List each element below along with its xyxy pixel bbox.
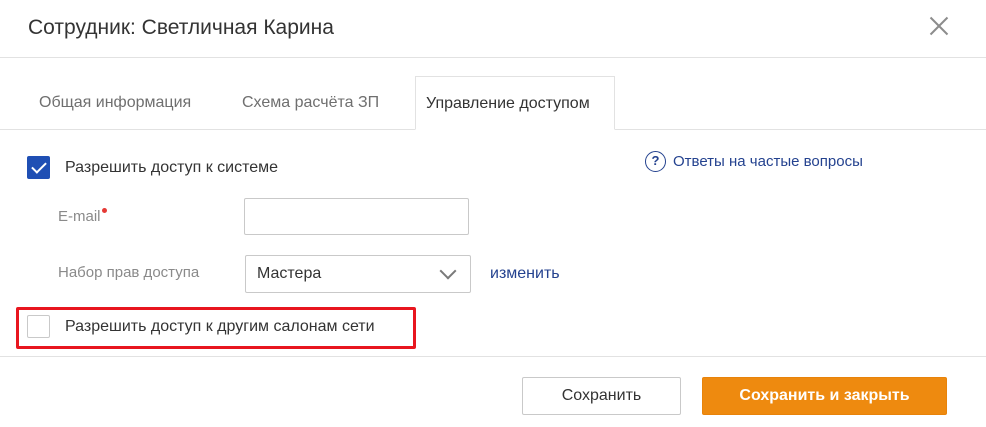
save-and-close-button[interactable]: Сохранить и закрыть	[702, 377, 947, 415]
tab-access-management[interactable]: Управление доступом	[415, 76, 615, 130]
chevron-down-icon	[439, 262, 457, 280]
dialog-header: Сотрудник: Светличная Карина	[0, 0, 986, 58]
tab-general-info[interactable]: Общая информация	[39, 76, 191, 130]
tab-bar: Общая информация Схема расчёта ЗП Управл…	[0, 76, 986, 130]
allow-other-salons-label[interactable]: Разрешить доступ к другим салонам сети	[65, 317, 375, 337]
permission-set-select[interactable]: Мастера	[245, 255, 471, 293]
email-label: E-mail	[58, 208, 101, 225]
tab-salary-scheme[interactable]: Схема расчёта ЗП	[242, 76, 379, 130]
allow-system-access-checkbox[interactable]	[27, 156, 50, 179]
question-circle-icon: ?	[645, 151, 666, 172]
permission-set-value: Мастера	[257, 265, 322, 282]
change-permissions-link[interactable]: изменить	[490, 264, 560, 284]
permission-set-label: Набор прав доступа	[58, 264, 200, 281]
close-icon[interactable]	[926, 13, 952, 39]
dialog-title: Сотрудник: Светличная Карина	[28, 16, 334, 39]
email-field[interactable]	[244, 198, 469, 235]
allow-other-salons-checkbox[interactable]	[27, 315, 50, 338]
allow-system-access-label[interactable]: Разрешить доступ к системе	[65, 158, 278, 178]
save-button[interactable]: Сохранить	[522, 377, 681, 415]
required-marker	[102, 208, 107, 213]
faq-label: Ответы на частые вопросы	[673, 153, 863, 170]
